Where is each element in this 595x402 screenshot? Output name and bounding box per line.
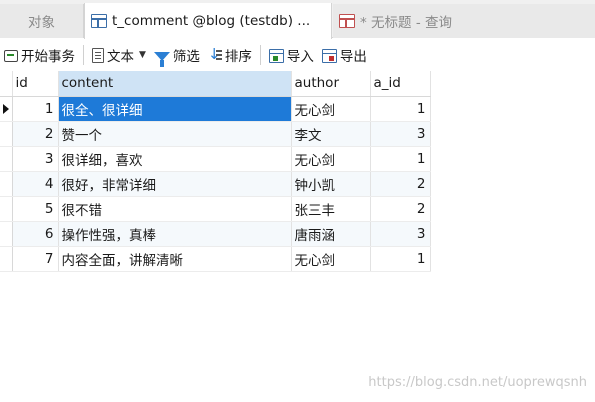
cell-a-id[interactable]: 1 — [370, 96, 431, 122]
chevron-down-icon[interactable]: ▼ — [139, 50, 146, 60]
cell-content[interactable]: 操作性强，真棒 — [58, 221, 292, 247]
cell-author[interactable]: 无心剑 — [291, 96, 371, 122]
cell-id[interactable]: 7 — [12, 246, 59, 272]
import-icon — [268, 48, 284, 63]
tab-objects[interactable]: 对象 — [0, 4, 84, 38]
text-view-label: 文本 — [107, 49, 134, 65]
import-button[interactable]: 导入 — [265, 42, 318, 68]
row-marker[interactable] — [0, 171, 13, 197]
cell-author[interactable]: 钟小凯 — [291, 171, 371, 197]
cell-content[interactable]: 很不错 — [58, 196, 292, 222]
watermark: https://blog.csdn.net/uoprewqsnh — [368, 375, 587, 390]
cell-a-id[interactable]: 2 — [370, 196, 431, 222]
column-header-a-id[interactable]: a_id — [370, 71, 431, 97]
tab-untitled-query[interactable]: * 无标题 - 查询 — [333, 4, 595, 38]
row-marker[interactable] — [0, 221, 13, 247]
tab-t-comment[interactable]: t_comment @blog (testdb) ... — [84, 3, 332, 39]
table-row[interactable]: 6 操作性强，真棒 唐雨涵 3 — [0, 221, 431, 247]
cell-id[interactable]: 3 — [12, 146, 59, 172]
row-marker[interactable] — [0, 146, 13, 172]
cell-a-id[interactable]: 1 — [370, 146, 431, 172]
sort-icon — [208, 45, 222, 63]
table-row[interactable]: 2 赞一个 李文 3 — [0, 121, 431, 147]
cell-content[interactable]: 内容全面，讲解清晰 — [58, 246, 292, 272]
cell-content[interactable]: 赞一个 — [58, 121, 292, 147]
cell-id[interactable]: 5 — [12, 196, 59, 222]
row-marker[interactable] — [0, 196, 13, 222]
data-grid: id content author a_id 1 很全、很详细 无心剑 1 2 … — [0, 71, 431, 272]
cell-id[interactable]: 4 — [12, 171, 59, 197]
query-icon — [339, 14, 355, 28]
column-header-id[interactable]: id — [12, 71, 59, 97]
transaction-icon — [4, 50, 18, 62]
toolbar-divider — [83, 45, 84, 65]
grid-header-row: id content author a_id — [0, 71, 431, 97]
row-marker-header — [0, 71, 13, 97]
cell-a-id[interactable]: 2 — [370, 171, 431, 197]
row-marker[interactable] — [0, 96, 13, 122]
toolbar-divider — [259, 45, 261, 65]
text-view-button[interactable]: 文本 ▼ — [88, 42, 150, 68]
begin-transaction-label: 开始事务 — [21, 49, 75, 65]
table-row[interactable]: 4 很好，非常详细 钟小凯 2 — [0, 171, 431, 197]
tab-objects-label: 对象 — [28, 15, 55, 31]
row-marker[interactable] — [0, 246, 13, 272]
table-row[interactable]: 3 很详细，喜欢 无心剑 1 — [0, 146, 431, 172]
toolbar: 开始事务 文本 ▼ 筛选 排序 导入 导出 — [0, 39, 595, 71]
filter-label: 筛选 — [172, 49, 200, 65]
filter-button[interactable]: 筛选 — [150, 42, 204, 68]
filter-icon — [153, 51, 170, 67]
text-document-icon — [92, 47, 104, 63]
cell-a-id[interactable]: 3 — [370, 221, 431, 247]
column-header-content[interactable]: content — [58, 71, 292, 97]
cell-author[interactable]: 李文 — [291, 121, 371, 147]
cell-author[interactable]: 无心剑 — [291, 146, 371, 172]
table-row[interactable]: 1 很全、很详细 无心剑 1 — [0, 96, 431, 122]
cell-id[interactable]: 2 — [12, 121, 59, 147]
cell-content[interactable]: 很详细，喜欢 — [58, 146, 292, 172]
column-header-author[interactable]: author — [291, 71, 371, 97]
tab-t-comment-label: t_comment @blog (testdb) ... — [112, 13, 311, 29]
table-icon — [91, 14, 107, 28]
cell-content[interactable]: 很全、很详细 — [58, 96, 292, 122]
cell-author[interactable]: 唐雨涵 — [291, 221, 371, 247]
cell-id[interactable]: 6 — [12, 221, 59, 247]
row-marker[interactable] — [0, 121, 13, 147]
sort-label: 排序 — [224, 49, 252, 65]
tab-untitled-query-label: * 无标题 - 查询 — [360, 15, 452, 31]
cell-a-id[interactable]: 1 — [370, 246, 431, 272]
export-label: 导出 — [339, 49, 367, 65]
begin-transaction-button[interactable]: 开始事务 — [0, 42, 79, 68]
export-button[interactable]: 导出 — [318, 42, 371, 68]
cell-a-id[interactable]: 3 — [370, 121, 431, 147]
table-row[interactable]: 7 内容全面，讲解清晰 无心剑 1 — [0, 246, 431, 272]
sort-button[interactable]: 排序 — [204, 42, 256, 68]
import-label: 导入 — [286, 49, 314, 65]
cell-author[interactable]: 张三丰 — [291, 196, 371, 222]
cell-content[interactable]: 很好，非常详细 — [58, 171, 292, 197]
table-row[interactable]: 5 很不错 张三丰 2 — [0, 196, 431, 222]
current-row-arrow-icon — [2, 103, 9, 114]
cell-id[interactable]: 1 — [12, 96, 59, 122]
cell-author[interactable]: 无心剑 — [291, 246, 371, 272]
tab-bar: 对象 t_comment @blog (testdb) ... * 无标题 - … — [0, 0, 595, 39]
export-icon — [321, 48, 337, 63]
